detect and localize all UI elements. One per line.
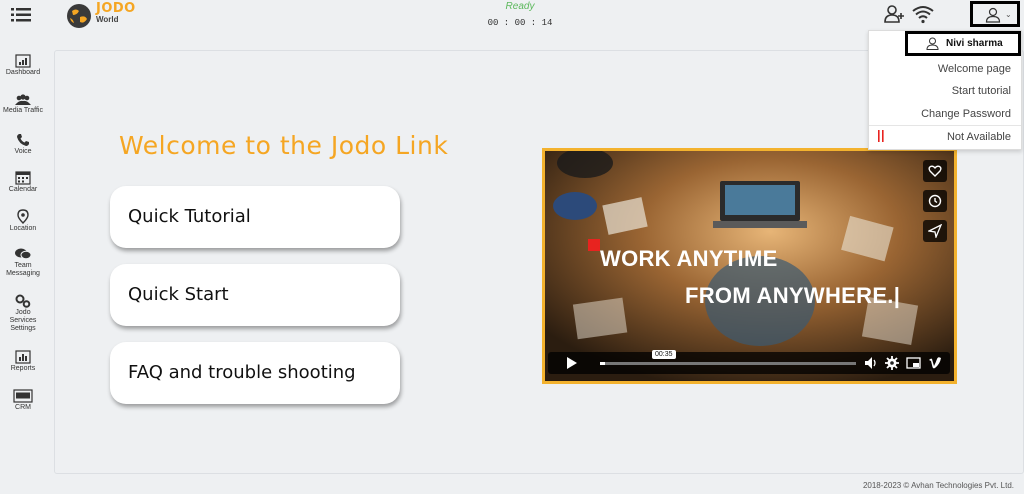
sidebar-item-label: Location <box>9 225 37 232</box>
faq-button[interactable]: FAQ and trouble shooting <box>110 342 400 404</box>
watch-later-button[interactable] <box>923 190 947 212</box>
video-progress-bar[interactable]: 00:35 <box>600 350 856 365</box>
calendar-icon <box>15 171 31 185</box>
send-icon <box>928 224 942 238</box>
availability-status-item[interactable]: Not Available <box>947 131 1011 143</box>
video-time-tooltip: 00:35 <box>652 350 676 359</box>
copyright-footer: 2018-2023 © Avhan Technologies Pvt. Ltd. <box>862 481 1014 490</box>
quick-tutorial-button[interactable]: Quick Tutorial <box>110 186 400 248</box>
video-caption-line2: FROM ANYWHERE.| <box>685 283 901 308</box>
dashboard-icon <box>15 54 31 68</box>
play-icon[interactable] <box>566 357 578 369</box>
wifi-icon <box>912 6 934 24</box>
video-red-marker <box>588 239 600 251</box>
jodo-logo: JODO World <box>66 1 146 31</box>
user-dropdown-menu: Nivi sharma Welcome page Start tutorial … <box>868 30 1022 150</box>
add-user-icon[interactable] <box>883 4 905 24</box>
sidebar-item-team-messaging[interactable]: Team Messaging <box>0 247 46 278</box>
phone-icon <box>17 134 29 146</box>
crm-icon <box>13 389 33 403</box>
sidebar-item-calendar[interactable]: Calendar <box>0 170 46 194</box>
video-player[interactable]: WORK ANYTIME FROM ANYWHERE.| 00:35 <box>542 148 957 384</box>
logo-subtext: World <box>96 15 119 24</box>
logo-text: JODO <box>96 1 136 16</box>
sidebar-item-label: CRM <box>15 404 31 411</box>
globe-icon <box>67 4 91 28</box>
sidebar-item-voice[interactable]: Voice <box>0 133 46 156</box>
location-pin-icon <box>17 209 29 224</box>
sidebar-item-reports[interactable]: Reports <box>0 350 46 373</box>
like-button[interactable] <box>923 160 947 182</box>
user-icon <box>985 7 1001 23</box>
video-caption-line1: WORK ANYTIME <box>600 246 778 271</box>
user-name: Nivi sharma <box>946 38 1003 49</box>
user-icon <box>926 37 939 50</box>
sidebar-item-dashboard[interactable]: Dashboard <box>0 54 46 77</box>
welcome-page-item[interactable]: Welcome page <box>938 63 1011 75</box>
status-bars-icon <box>878 130 884 142</box>
clock-icon <box>928 194 942 208</box>
call-timer: 00 : 00 : 14 <box>487 18 553 28</box>
user-name-item[interactable]: Nivi sharma <box>905 31 1021 56</box>
sidebar-item-location[interactable]: Location <box>0 209 46 233</box>
sidebar-item-label: Reports <box>10 365 36 372</box>
change-password-item[interactable]: Change Password <box>921 108 1011 120</box>
sidebar-item-label: Dashboard <box>5 69 41 76</box>
sidebar-item-label: Calendar <box>8 186 38 193</box>
sidebar-item-label: Team <box>14 262 32 269</box>
sidebar-item-crm[interactable]: CRM <box>0 389 46 412</box>
chevron-down-icon: ⌄ <box>1005 10 1012 19</box>
reports-icon <box>15 350 31 364</box>
volume-icon[interactable] <box>864 356 878 370</box>
menu-icon[interactable] <box>11 8 31 22</box>
vimeo-icon[interactable] <box>928 356 942 370</box>
menu-divider <box>869 125 1021 126</box>
heart-icon <box>928 165 942 177</box>
picture-in-picture-icon[interactable] <box>906 356 921 370</box>
gears-icon <box>15 294 31 308</box>
share-button[interactable] <box>923 220 947 242</box>
video-controls: 00:35 <box>548 350 950 374</box>
sidebar-item-label: Media Traffic <box>3 107 43 114</box>
settings-icon[interactable] <box>885 356 899 370</box>
start-tutorial-item[interactable]: Start tutorial <box>952 85 1011 97</box>
quick-start-button[interactable]: Quick Start <box>110 264 400 326</box>
status-text: Ready <box>505 1 535 12</box>
sidebar-item-label: Services <box>9 317 37 324</box>
welcome-heading: Welcome to the Jodo Link <box>119 131 449 160</box>
sidebar-item-media-traffic[interactable]: Media Traffic <box>0 94 46 115</box>
chat-icon <box>15 248 32 260</box>
group-icon <box>15 94 31 105</box>
sidebar-item-label: Voice <box>14 148 32 155</box>
user-menu-button[interactable]: ⌄ <box>970 1 1020 27</box>
sidebar-item-label: Jodo <box>15 309 31 316</box>
sidebar-item-jodo-services-settings[interactable]: Jodo Services Settings <box>0 294 46 333</box>
video-progress-played <box>600 362 606 365</box>
sidebar-item-label: Settings <box>10 325 36 332</box>
sidebar-item-label: Messaging <box>6 270 40 277</box>
